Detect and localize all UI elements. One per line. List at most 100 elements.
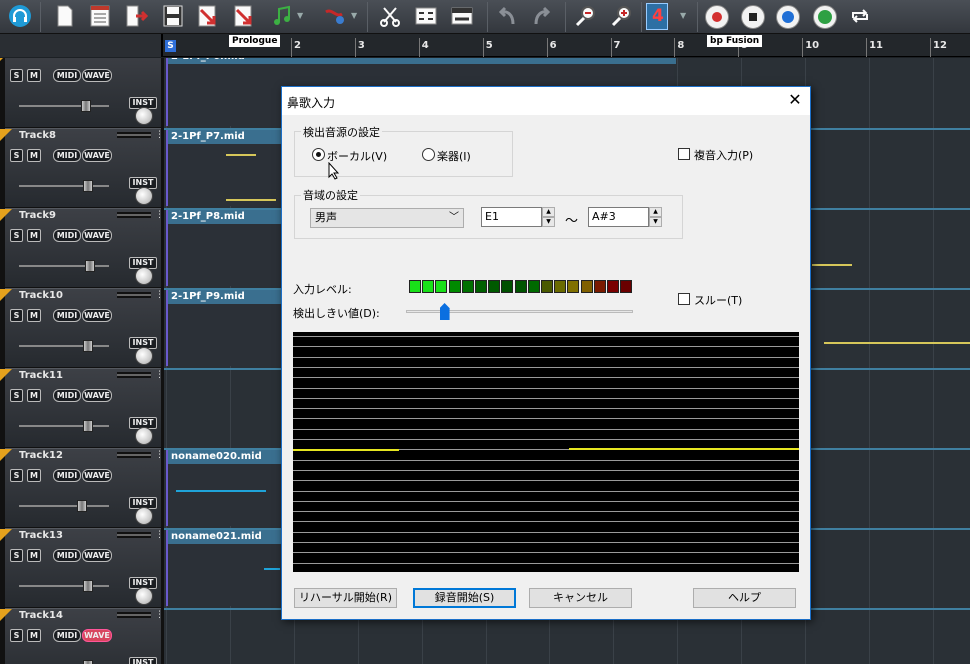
- import-icon[interactable]: [196, 4, 220, 28]
- track-menu-icon[interactable]: ⋮: [155, 210, 164, 220]
- track-header[interactable]: Track8 ⋮ S M MIDI WAVE INST: [0, 128, 164, 207]
- quantize-icon[interactable]: [414, 4, 438, 28]
- track-name[interactable]: Track10: [19, 290, 63, 301]
- track-name[interactable]: Track7: [19, 58, 56, 61]
- midi-button[interactable]: MIDI: [53, 309, 81, 322]
- solo-button[interactable]: S: [10, 229, 23, 242]
- wave-button[interactable]: WAVE: [82, 549, 112, 562]
- wave-button[interactable]: WAVE: [82, 389, 112, 402]
- midi-button[interactable]: MIDI: [53, 629, 81, 642]
- through-checkbox[interactable]: [678, 293, 690, 305]
- wave-button[interactable]: WAVE: [82, 229, 112, 242]
- instrument-button[interactable]: INST: [129, 657, 157, 664]
- pause-icon[interactable]: [776, 5, 800, 29]
- track-header[interactable]: Track11 ⋮ S M MIDI WAVE INST: [0, 368, 164, 447]
- mute-button[interactable]: M: [27, 629, 41, 642]
- play-icon[interactable]: [813, 5, 837, 29]
- record-start-button[interactable]: 録音開始(S): [413, 588, 516, 608]
- volume-slider-track[interactable]: [19, 345, 109, 347]
- pan-knob[interactable]: [135, 267, 153, 285]
- note-event[interactable]: [824, 342, 970, 344]
- midi-button[interactable]: MIDI: [53, 69, 81, 82]
- solo-button[interactable]: S: [10, 69, 23, 82]
- stop-icon[interactable]: [741, 5, 765, 29]
- cut-icon[interactable]: [378, 4, 402, 28]
- help-button[interactable]: ヘルプ: [693, 588, 796, 608]
- mute-button[interactable]: M: [27, 389, 41, 402]
- track-menu-icon[interactable]: ⋮: [155, 530, 164, 540]
- spin-down-icon[interactable]: ▼: [649, 217, 662, 227]
- note-event[interactable]: [176, 490, 266, 492]
- timeline-ruler[interactable]: S 2345678910111213 Prologue bp Fusion: [0, 34, 970, 57]
- track-menu-icon[interactable]: ⋮: [155, 58, 164, 60]
- midi-button[interactable]: MIDI: [53, 549, 81, 562]
- instrument-radio[interactable]: [422, 148, 435, 161]
- mute-button[interactable]: M: [27, 309, 41, 322]
- volume-slider-knob[interactable]: [83, 180, 93, 192]
- track-header[interactable]: Track12 ⋮ S M MIDI WAVE INST: [0, 448, 164, 527]
- spin-down-icon[interactable]: ▼: [542, 217, 555, 227]
- dialog-titlebar[interactable]: 鼻歌入力 ✕: [282, 87, 810, 115]
- volume-slider-knob[interactable]: [83, 660, 93, 664]
- midi-clip[interactable]: 2-1Pf_P8.mid: [166, 210, 283, 286]
- solo-button[interactable]: S: [10, 309, 23, 322]
- exit-icon[interactable]: [124, 4, 148, 28]
- instrument-label[interactable]: 楽器(I): [437, 148, 471, 164]
- midi-button[interactable]: MIDI: [53, 229, 81, 242]
- range-low-input[interactable]: E1: [481, 207, 542, 227]
- multi-input-label[interactable]: 複音入力(P): [694, 147, 753, 163]
- loop-icon[interactable]: [848, 4, 872, 28]
- pan-knob[interactable]: [135, 427, 153, 445]
- list-icon[interactable]: [88, 4, 112, 28]
- midi-button[interactable]: MIDI: [53, 389, 81, 402]
- volume-slider-track[interactable]: [19, 105, 109, 107]
- wave-icon[interactable]: [450, 4, 474, 28]
- new-file-icon[interactable]: [53, 4, 77, 28]
- solo-button[interactable]: S: [10, 389, 23, 402]
- track-menu-icon[interactable]: ⋮: [155, 610, 164, 620]
- chevron-down-icon[interactable]: ▼: [297, 11, 305, 21]
- undo-icon[interactable]: [495, 4, 519, 28]
- rehearsal-button[interactable]: リハーサル開始(R): [294, 588, 397, 608]
- solo-button[interactable]: S: [10, 469, 23, 482]
- track-name[interactable]: Track13: [19, 530, 63, 541]
- zoom-out-icon[interactable]: [574, 4, 598, 28]
- mute-button[interactable]: M: [27, 229, 41, 242]
- volume-slider-track[interactable]: [19, 505, 109, 507]
- pan-knob[interactable]: [135, 587, 153, 605]
- track-header[interactable]: Track14 ⋮ S M MIDI WAVE INST: [0, 608, 164, 664]
- chevron-down-icon[interactable]: ▼: [351, 11, 359, 21]
- redo-icon[interactable]: [530, 4, 554, 28]
- pan-knob[interactable]: [135, 107, 153, 125]
- wave-button[interactable]: WAVE: [82, 469, 112, 482]
- track-header[interactable]: Track10 ⋮ S M MIDI WAVE INST: [0, 288, 164, 367]
- note-event[interactable]: [226, 199, 276, 201]
- track-header[interactable]: Track9 ⋮ S M MIDI WAVE INST: [0, 208, 164, 287]
- track-menu-icon[interactable]: ⋮: [155, 370, 164, 380]
- volume-slider-knob[interactable]: [83, 340, 93, 352]
- wave-button[interactable]: WAVE: [82, 149, 112, 162]
- volume-slider-track[interactable]: [19, 265, 109, 267]
- midi-button[interactable]: MIDI: [53, 469, 81, 482]
- pan-knob[interactable]: [135, 347, 153, 365]
- track-menu-icon[interactable]: ⋮: [155, 130, 164, 140]
- volume-slider-knob[interactable]: [85, 260, 95, 272]
- wave-button[interactable]: WAVE: [82, 309, 112, 322]
- export-icon[interactable]: [232, 4, 256, 28]
- through-label[interactable]: スルー(T): [694, 292, 742, 308]
- grid-icon[interactable]: 4: [646, 3, 668, 30]
- note-event[interactable]: [264, 568, 280, 570]
- solo-button[interactable]: S: [10, 629, 23, 642]
- volume-slider-knob[interactable]: [83, 420, 93, 432]
- note-event[interactable]: [812, 264, 852, 266]
- volume-slider-knob[interactable]: [81, 100, 91, 112]
- range-low-spinner[interactable]: ▲ ▼: [542, 207, 555, 227]
- track-name[interactable]: Track11: [19, 370, 63, 381]
- midi-clip[interactable]: noname020.mid: [166, 450, 283, 526]
- track-name[interactable]: Track12: [19, 450, 63, 461]
- solo-button[interactable]: S: [10, 549, 23, 562]
- record-icon[interactable]: [705, 5, 729, 29]
- spin-up-icon[interactable]: ▲: [542, 207, 555, 217]
- track-menu-icon[interactable]: ⋮: [155, 450, 164, 460]
- volume-slider-knob[interactable]: [83, 580, 93, 592]
